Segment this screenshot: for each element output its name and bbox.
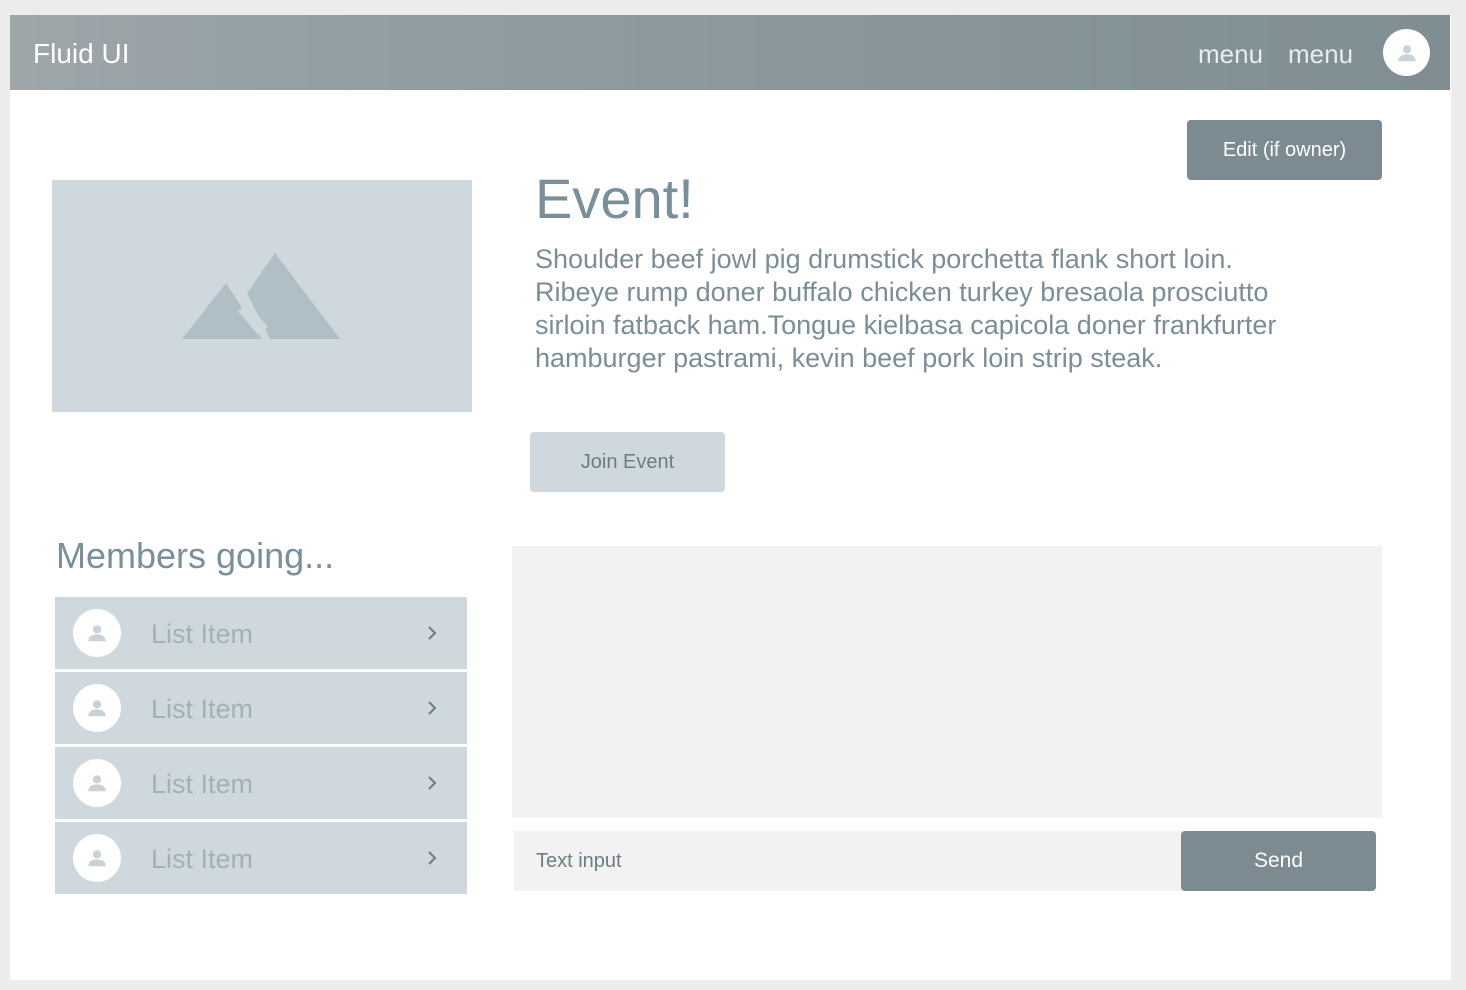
member-avatar xyxy=(73,609,121,657)
member-label: List Item xyxy=(151,769,254,799)
event-description: Shoulder beef jowl pig drumstick porchet… xyxy=(535,244,1277,373)
user-icon xyxy=(1397,44,1416,61)
event-image-placeholder xyxy=(52,180,472,412)
image-placeholder-icon xyxy=(182,253,340,339)
brand-title: Fluid UI xyxy=(33,38,130,69)
chat-text-input[interactable] xyxy=(514,831,1182,891)
user-icon xyxy=(88,700,106,717)
user-avatar-button[interactable] xyxy=(1383,29,1430,76)
event-title: Event! xyxy=(535,167,694,230)
member-list-item[interactable]: List Item xyxy=(55,672,467,744)
nav-menu-2[interactable]: menu xyxy=(1288,15,1353,90)
members-heading: Members going... xyxy=(56,535,335,576)
user-icon xyxy=(88,850,106,867)
nav-menu-1[interactable]: menu xyxy=(1198,15,1263,90)
chat-messages-area[interactable] xyxy=(512,546,1382,818)
app-frame: Fluid UI menu menu Edit (if owner) Event… xyxy=(10,15,1451,980)
chevron-right-icon xyxy=(428,776,437,790)
member-list-item[interactable]: List Item xyxy=(55,597,467,669)
user-icon xyxy=(88,775,106,792)
member-label: List Item xyxy=(151,694,254,724)
edit-event-button[interactable]: Edit (if owner) xyxy=(1187,120,1382,180)
member-avatar xyxy=(73,834,121,882)
member-avatar xyxy=(73,759,121,807)
send-button[interactable]: Send xyxy=(1181,831,1376,891)
member-list-item[interactable]: List Item xyxy=(55,747,467,819)
chevron-right-icon xyxy=(428,626,437,640)
member-label: List Item xyxy=(151,844,254,874)
member-avatar xyxy=(73,684,121,732)
top-navbar: Fluid UI menu menu xyxy=(10,15,1450,90)
member-label: List Item xyxy=(151,619,254,649)
members-list: List Item List Item List Item List Item xyxy=(55,597,467,897)
user-icon xyxy=(88,625,106,642)
chevron-right-icon xyxy=(428,851,437,865)
member-list-item[interactable]: List Item xyxy=(55,822,467,894)
chevron-right-icon xyxy=(428,701,437,715)
join-event-button[interactable]: Join Event xyxy=(530,432,725,492)
